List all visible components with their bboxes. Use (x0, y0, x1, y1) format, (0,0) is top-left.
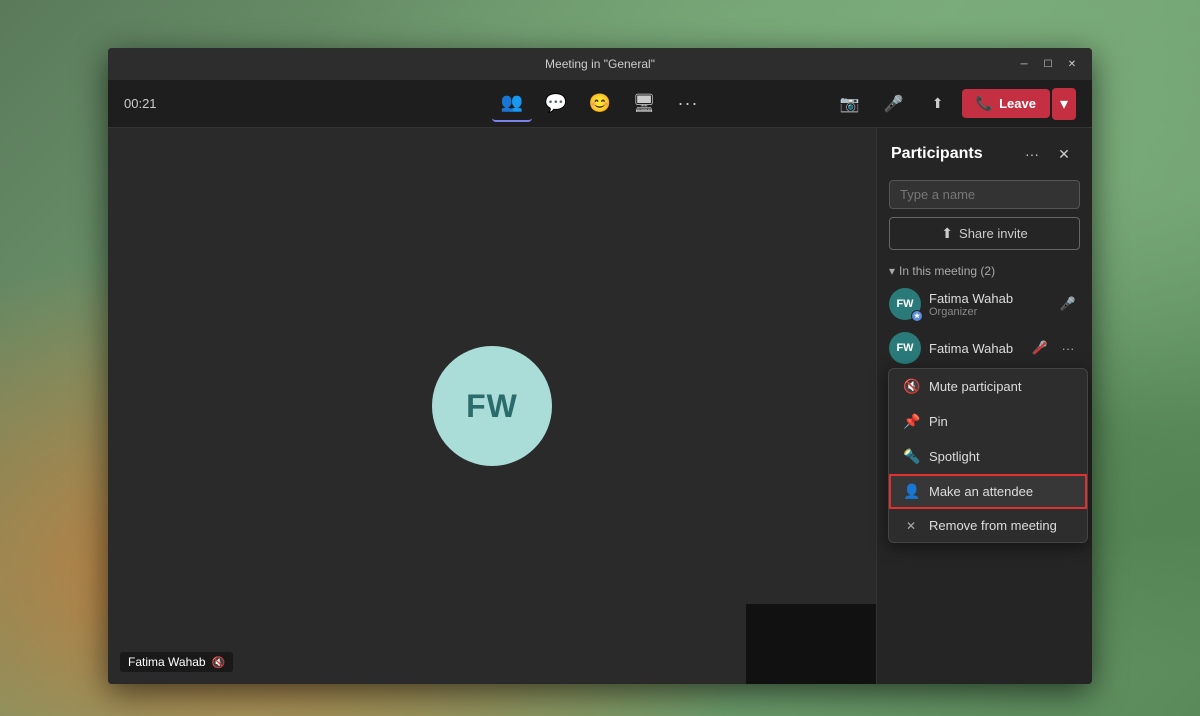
toolbar-chat-button[interactable]: 💬 (536, 86, 576, 122)
more-icon: ··· (678, 93, 699, 114)
participant-info-2: Fatima Wahab (929, 341, 1020, 356)
participant-name-organizer: Fatima Wahab (929, 291, 1048, 306)
app-window: Meeting in "General" ─ ☐ ✕ 00:21 👥 💬 😊 🖥 (108, 48, 1092, 684)
pin-icon: 📌 (903, 413, 919, 430)
toolbar: 00:21 👥 💬 😊 🖥 ··· 📷 � (108, 80, 1092, 128)
minimize-button[interactable]: ─ (1016, 56, 1032, 72)
window-controls: ─ ☐ ✕ (1016, 56, 1080, 72)
context-menu: 🔇 Mute participant 📌 Pin 🔦 Spotlight 👤 M… (888, 368, 1088, 543)
leave-label: Leave (999, 96, 1036, 111)
window-title: Meeting in "General" (545, 57, 655, 71)
panel-header: Participants ··· ✕ (877, 128, 1092, 176)
maximize-button[interactable]: ☐ (1040, 56, 1056, 72)
chevron-down-icon: ▾ (1060, 96, 1068, 113)
participant-actions-organizer: 🎤 (1056, 292, 1080, 316)
participants-panel: Participants ··· ✕ ⬆ Share invite ▾ In t… (876, 128, 1092, 684)
toolbar-reactions-button[interactable]: 😊 (580, 86, 620, 122)
panel-header-controls: ··· ✕ (1018, 140, 1078, 168)
camera-icon: 📷 (840, 94, 860, 114)
phone-icon: 📞 (976, 95, 993, 112)
participant-avatar-organizer: FW ★ (889, 288, 921, 320)
upload-icon: ⬆ (932, 95, 944, 112)
organizer-badge: ★ (911, 310, 923, 322)
menu-item-spotlight[interactable]: 🔦 Spotlight (889, 439, 1087, 474)
panel-title: Participants (891, 145, 983, 163)
leave-section: 📞 Leave ▾ (962, 88, 1076, 120)
self-video-thumbnail (746, 604, 876, 684)
in-meeting-collapse-icon: ▾ (889, 264, 895, 278)
share-invite-button[interactable]: ⬆ Share invite (889, 217, 1080, 250)
toolbar-more-button[interactable]: ··· (668, 86, 708, 122)
participant-name-2: Fatima Wahab (929, 341, 1020, 356)
people-icon: 👥 (501, 92, 523, 113)
participant-initials-2: FW (896, 342, 913, 354)
participant-avatar-2: FW (889, 332, 921, 364)
menu-item-pin[interactable]: 📌 Pin (889, 404, 1087, 439)
mic-muted-icon: 🎤 (1032, 340, 1048, 356)
in-meeting-section-label: ▾ In this meeting (2) (877, 260, 1092, 282)
share-screen-icon: 🖥 (633, 93, 656, 114)
menu-item-make-attendee[interactable]: 👤 Make an attendee (889, 474, 1087, 509)
share-content-button[interactable]: ⬆ (918, 86, 958, 122)
title-bar: Meeting in "General" ─ ☐ ✕ (108, 48, 1092, 80)
menu-item-mute[interactable]: 🔇 Mute participant (889, 369, 1087, 404)
participant-actions-2: 🎤 ··· (1028, 336, 1080, 360)
mic-active-icon: 🎤 (1060, 296, 1076, 312)
remove-icon: ✕ (903, 519, 919, 533)
participant-initials-organizer: FW (896, 298, 913, 310)
remove-label: Remove from meeting (929, 518, 1057, 533)
participant-item-wrapper: FW Fatima Wahab 🎤 ··· (877, 326, 1092, 370)
participant-item-organizer[interactable]: FW ★ Fatima Wahab Organizer 🎤 (877, 282, 1092, 326)
toolbar-center-buttons: 👥 💬 😊 🖥 ··· (492, 86, 708, 122)
in-meeting-label: In this meeting (2) (899, 264, 995, 278)
leave-dropdown-button[interactable]: ▾ (1052, 88, 1076, 120)
search-wrap (877, 176, 1092, 217)
close-button[interactable]: ✕ (1064, 56, 1080, 72)
reactions-icon: 😊 (589, 93, 611, 114)
panel-close-button[interactable]: ✕ (1050, 140, 1078, 168)
participant-role-organizer: Organizer (929, 306, 1048, 318)
video-participant-name: Fatima Wahab (128, 655, 206, 669)
chat-icon: 💬 (545, 93, 567, 114)
avatar-initials: FW (466, 388, 518, 425)
toolbar-people-button[interactable]: 👥 (492, 86, 532, 122)
participant-more-button[interactable]: ··· (1056, 336, 1080, 360)
leave-button[interactable]: 📞 Leave (962, 89, 1050, 118)
participant-mic-muted-button[interactable]: 🎤 (1028, 336, 1052, 360)
microphone-button[interactable]: 🎤 (874, 86, 914, 122)
toolbar-right: 📷 🎤 ⬆ 📞 Leave ▾ (830, 86, 1076, 122)
microphone-icon: 🎤 (884, 94, 904, 114)
make-attendee-icon: 👤 (903, 483, 919, 500)
toolbar-share-button[interactable]: 🖥 (624, 86, 664, 122)
participant-info-organizer: Fatima Wahab Organizer (929, 291, 1048, 318)
content-area: FW Fatima Wahab 🔇 Participants ··· ✕ (108, 128, 1092, 684)
camera-button[interactable]: 📷 (830, 86, 870, 122)
spotlight-label: Spotlight (929, 449, 980, 464)
participant-item-2[interactable]: FW Fatima Wahab 🎤 ··· (877, 326, 1092, 370)
search-input[interactable] (889, 180, 1080, 209)
spotlight-icon: 🔦 (903, 448, 919, 465)
share-invite-label: Share invite (959, 226, 1028, 241)
make-attendee-label: Make an attendee (929, 484, 1033, 499)
video-area: FW Fatima Wahab 🔇 (108, 128, 876, 684)
video-participant-label: Fatima Wahab 🔇 (120, 652, 233, 672)
mute-participant-label: Mute participant (929, 379, 1022, 394)
video-mic-muted-icon: 🔇 (212, 656, 226, 669)
panel-more-button[interactable]: ··· (1018, 140, 1046, 168)
mute-participant-icon: 🔇 (903, 378, 919, 395)
participant-avatar-circle: FW (432, 346, 552, 466)
pin-label: Pin (929, 414, 948, 429)
menu-item-remove[interactable]: ✕ Remove from meeting (889, 509, 1087, 542)
participant-mic-button-organizer[interactable]: 🎤 (1056, 292, 1080, 316)
call-timer: 00:21 (124, 96, 157, 111)
share-invite-icon: ⬆ (941, 225, 953, 242)
